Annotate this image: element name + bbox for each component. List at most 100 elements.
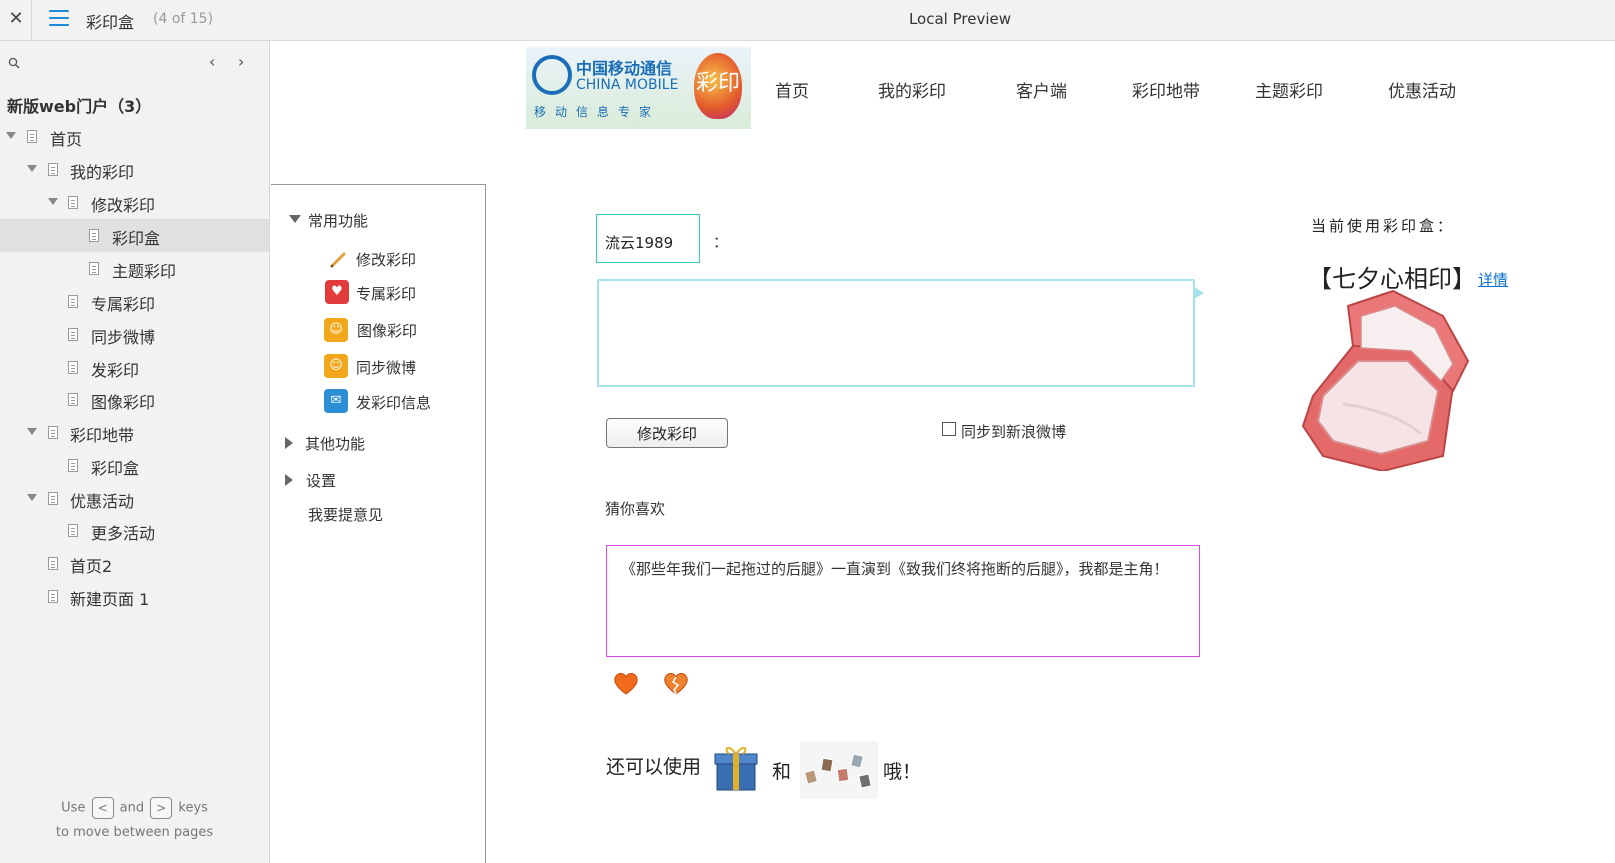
tree-item-image-caiyin[interactable]: 图像彩印 — [0, 383, 269, 416]
top-bar: ✕ 彩印盒 (4 of 15) Local Preview — [0, 0, 1615, 41]
page-icon — [68, 295, 78, 308]
page-icon — [48, 426, 58, 439]
nav-client[interactable]: 客户端 — [1016, 77, 1067, 102]
sync-weibo-label: 同步到新浪微博 — [961, 423, 1067, 441]
tree-item-theme-caiyin[interactable]: 主题彩印 — [0, 252, 269, 285]
common-functions-heading[interactable]: 常用功能 — [308, 210, 368, 231]
page-icon — [68, 393, 78, 406]
chat-bubble-icon: ☺ — [324, 354, 348, 378]
broken-heart-icon[interactable] — [661, 668, 691, 698]
feedback-link[interactable]: 我要提意见 — [308, 504, 383, 525]
pencil-icon — [330, 252, 346, 268]
tree-item-label: 优惠活动 — [70, 492, 135, 511]
divider — [31, 0, 32, 40]
page-icon — [48, 557, 58, 570]
caret-right-icon[interactable] — [285, 474, 293, 486]
gift-box-icon[interactable] — [709, 742, 765, 794]
sidebar: ‹ › 新版web门户（3） 首页 我的彩印 修改彩印 彩印盒 主题彩印 专属彩… — [0, 41, 270, 863]
colon-text: ： — [713, 233, 729, 251]
page-icon — [68, 328, 78, 341]
bottom-suffix-text: 哦！ — [883, 761, 922, 783]
tree-item-label: 首页 — [50, 130, 83, 149]
message-textarea[interactable] — [597, 279, 1204, 387]
sync-weibo-checkbox[interactable] — [942, 422, 956, 436]
page-icon — [68, 524, 78, 537]
tree-item-label: 彩印盒 — [112, 229, 161, 248]
like-heart-icon[interactable] — [611, 668, 641, 698]
page-icon — [48, 590, 58, 603]
photo-collage-icon[interactable] — [800, 741, 878, 799]
tree-item-label: 修改彩印 — [91, 196, 156, 215]
and-text: 和 — [772, 761, 792, 783]
tree-item-exclusive-caiyin[interactable]: 专属彩印 — [0, 285, 269, 318]
caret-down-icon[interactable] — [27, 428, 37, 435]
previous-page-icon[interactable]: ‹ — [209, 52, 215, 71]
heart-plus-icon: ♥ — [325, 280, 349, 304]
hamburger-menu-icon[interactable] — [49, 10, 69, 28]
menu-item-sync-weibo[interactable]: 同步微博 — [356, 357, 416, 378]
caret-down-icon[interactable] — [27, 165, 37, 172]
recommendation-box[interactable]: 《那些年我们一起拖过的后腿》一直演到《致我们终将拖断的后腿》，我都是主角！ — [606, 545, 1200, 657]
tree-item-label: 主题彩印 — [112, 262, 177, 281]
tree-item-caiyin-zone[interactable]: 彩印地带 — [0, 416, 269, 449]
settings-heading[interactable]: 设置 — [306, 470, 336, 491]
tree-item-label: 发彩印 — [91, 361, 140, 380]
caret-down-icon[interactable] — [289, 215, 301, 223]
tree-item-sync-weibo[interactable]: 同步微博 — [0, 318, 269, 351]
caret-down-icon[interactable] — [48, 198, 58, 205]
search-icon[interactable] — [8, 57, 20, 69]
tree-item-modify-caiyin[interactable]: 修改彩印 — [0, 186, 269, 219]
current-box-title: 当前使用彩印盒： — [1311, 217, 1456, 235]
other-functions-heading[interactable]: 其他功能 — [305, 433, 365, 454]
menu-item-exclusive[interactable]: 专属彩印 — [356, 283, 416, 304]
menu-item-image[interactable]: 图像彩印 — [357, 320, 417, 341]
page-icon — [68, 361, 78, 374]
close-icon[interactable]: ✕ — [6, 8, 26, 29]
tree-item-home[interactable]: 首页 — [0, 120, 269, 153]
window-title: Local Preview — [908, 10, 1012, 28]
keyboard-hint-line-2: to move between pages — [55, 825, 214, 840]
caiyin-badge: 彩印 — [694, 53, 742, 119]
nav-promotions[interactable]: 优惠活动 — [1388, 77, 1456, 102]
detail-link[interactable]: 详情 — [1478, 269, 1508, 290]
left-key-icon: < — [91, 797, 114, 819]
tree-item-more-activities[interactable]: 更多活动 — [0, 514, 269, 547]
tree-item-my-caiyin[interactable]: 我的彩印 — [0, 153, 269, 186]
prototype-canvas: 中国移动通信 CHINA MOBILE 移动信息专家 彩印 首页 我的彩印 客户… — [271, 41, 1615, 863]
envelope-icon: ✉ — [324, 389, 348, 413]
menu-item-send[interactable]: 发彩印信息 — [356, 392, 431, 413]
keyboard-hint: Use < and > keys — [0, 797, 269, 819]
function-menu-panel: 常用功能 修改彩印 ♥ 专属彩印 ☺ 图像彩印 ☺ 同步微博 ✉ 发彩印信息 其… — [271, 184, 486, 863]
china-mobile-logo[interactable]: 中国移动通信 CHINA MOBILE 移动信息专家 彩印 — [526, 47, 751, 129]
tree-item-label: 图像彩印 — [91, 393, 156, 412]
page-icon — [68, 196, 78, 209]
nav-theme-caiyin[interactable]: 主题彩印 — [1255, 77, 1323, 102]
caret-down-icon[interactable] — [6, 132, 16, 139]
nav-home[interactable]: 首页 — [775, 77, 809, 102]
tree-item-caiyin-box-2[interactable]: 彩印盒 — [0, 449, 269, 482]
nickname-box[interactable]: 流云1989 — [596, 214, 700, 263]
hint-text: and — [119, 800, 145, 816]
tree-item-caiyin-box-selected[interactable]: 彩印盒 — [0, 219, 269, 252]
tree-item-label: 专属彩印 — [91, 295, 156, 314]
project-title: 新版web门户（3） — [7, 97, 152, 116]
menu-item-modify[interactable]: 修改彩印 — [356, 249, 416, 270]
tree-item-new-page-1[interactable]: 新建页面 1 — [0, 580, 269, 613]
page-icon — [68, 459, 78, 472]
tree-item-home-2[interactable]: 首页2 — [0, 547, 269, 580]
nav-my-caiyin[interactable]: 我的彩印 — [878, 77, 946, 102]
caret-down-icon[interactable] — [27, 494, 37, 501]
tree-item-label: 我的彩印 — [70, 163, 135, 182]
caret-right-icon[interactable] — [285, 437, 293, 449]
modify-caiyin-button[interactable]: 修改彩印 — [606, 418, 728, 448]
tree-item-promotions[interactable]: 优惠活动 — [0, 482, 269, 515]
hint-text: Use — [61, 800, 86, 816]
page-icon — [48, 163, 58, 176]
page-icon — [89, 229, 99, 242]
logo-slogan: 移动信息专家 — [534, 105, 661, 119]
tree-item-send-caiyin[interactable]: 发彩印 — [0, 351, 269, 384]
tree-item-label: 彩印地带 — [70, 426, 135, 445]
next-page-icon[interactable]: › — [238, 52, 244, 71]
recommendation-text: 《那些年我们一起拖过的后腿》一直演到《致我们终将拖断的后腿》，我都是主角！ — [621, 560, 1169, 578]
nav-caiyin-zone[interactable]: 彩印地带 — [1132, 77, 1200, 102]
